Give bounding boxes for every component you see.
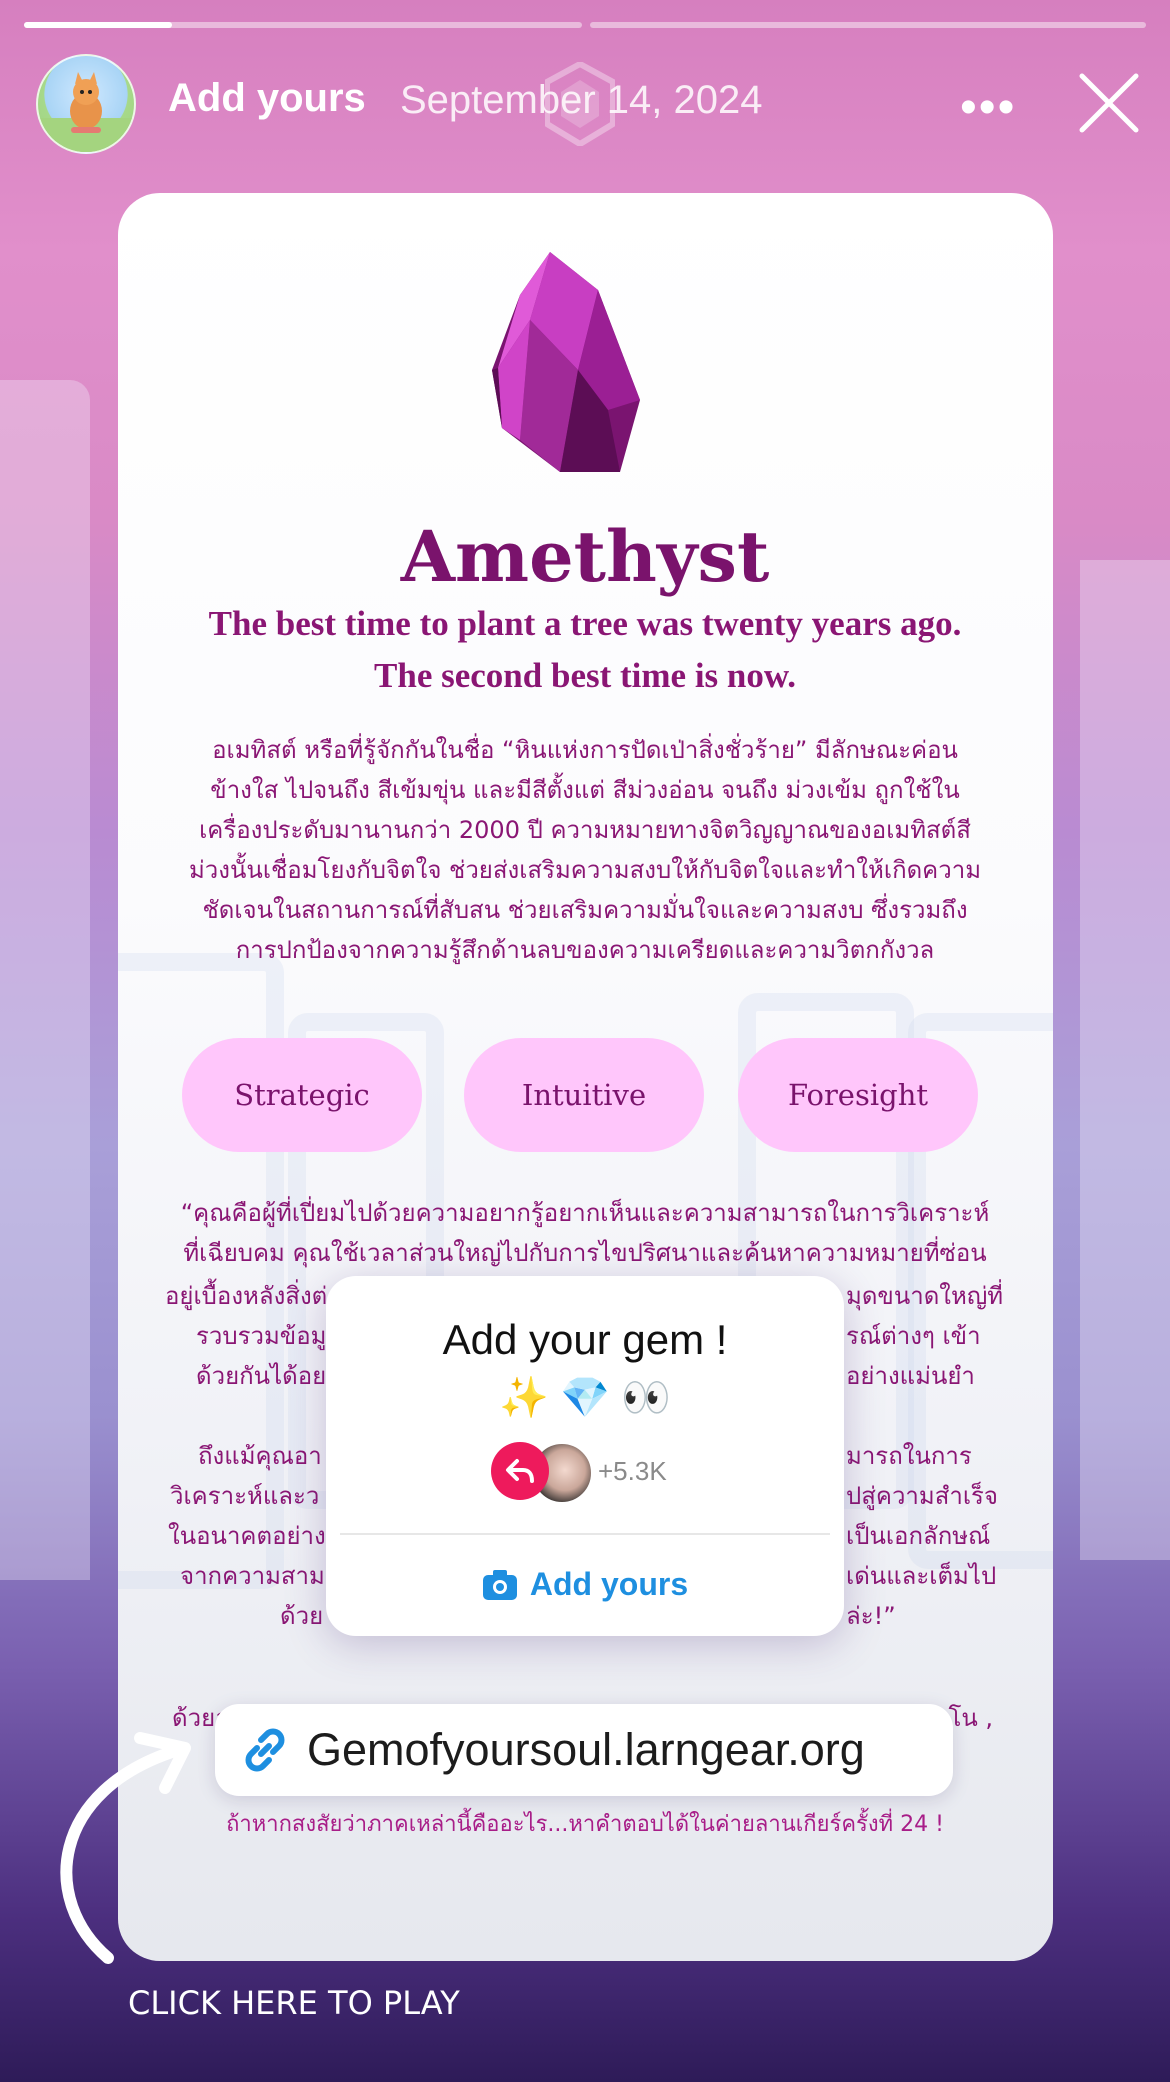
personality-line: “คุณคือผู้ที่เปี่ยมไปด้วยความอยากรู้อยาก…	[180, 1199, 990, 1227]
link-url: Gemofyoursoul.larngear.org	[307, 1724, 865, 1775]
partial-text-right: มุดขนาดใหญ่ที่	[846, 1282, 1004, 1310]
trait-pill-intuitive: Intuitive	[464, 1038, 704, 1152]
curved-arrow-icon	[60, 1732, 191, 1964]
watermark-logo-icon	[545, 62, 615, 146]
partial-text-right: เป็นเอกลักษณ์	[846, 1522, 991, 1550]
partial-text-left: อยู่เบื้องหลังสิ่งต่	[165, 1282, 328, 1310]
partial-text-left: ในอนาคตอย่าง	[168, 1522, 326, 1550]
sticker-emoji: ✨ 💎 👀	[499, 1376, 671, 1420]
description-line: ข้างใส ไปจนถึง สีเข้มขุ่น และมีสีตั้งแต่…	[210, 776, 960, 804]
camera-icon	[482, 1569, 517, 1600]
sticker-prompt: Add your gem !	[442, 1316, 728, 1363]
partial-text-right: มารถในการ	[846, 1442, 972, 1470]
reply-arrow-icon	[491, 1442, 549, 1500]
trait-pill-foresight: Foresight	[738, 1038, 978, 1152]
partial-text-right: อย่างแม่นยำ	[846, 1362, 975, 1390]
add-yours-button[interactable]: Add yours	[326, 1566, 844, 1603]
cat-avatar-icon[interactable]	[36, 54, 136, 154]
quote-line-1: The best time to plant a tree was twenty…	[208, 604, 962, 643]
description-line: อเมทิสต์ หรือที่รู้จักกันในชื่อ “หินแห่ง…	[212, 736, 958, 764]
partial-text-left: วิเคราะห์และว	[170, 1482, 320, 1510]
link-sticker[interactable]: Gemofyoursoul.larngear.org	[215, 1704, 953, 1796]
trait-pill-strategic: Strategic	[182, 1038, 422, 1152]
background-rock-right	[1080, 560, 1170, 1560]
story-progress-2	[590, 22, 1146, 28]
partial-text-right: รณ์ต่างๆ เข้า	[846, 1322, 981, 1350]
partial-text-left: ถึงแม้คุณอา	[198, 1442, 322, 1470]
link-icon	[245, 1728, 285, 1772]
more-options-button[interactable]: •••	[960, 80, 1016, 135]
gem-description: อเมทิสต์ หรือที่รู้จักกันในชื่อ “หินแห่ง…	[160, 730, 1010, 970]
participant-count: +5.3K	[598, 1456, 667, 1486]
sticker-divider	[340, 1533, 830, 1535]
partial-text-left: จากความสาม	[180, 1562, 325, 1590]
personality-text: “คุณคือผู้ที่เปี่ยมไปด้วยความอยากรู้อยาก…	[155, 1193, 1015, 1273]
partial-text-left: ด้วย	[280, 1602, 324, 1630]
amethyst-crystal-icon	[492, 252, 640, 472]
add-yours-label: Add yours	[529, 1566, 689, 1602]
partial-text-right: ปสู่ความสำเร็จ	[846, 1482, 998, 1510]
add-yours-sticker[interactable]: Add your gem ! ✨ 💎 👀 +5.3K Add yours	[326, 1276, 844, 1636]
personality-line: ที่เฉียบคม คุณใช้เวลาส่วนใหญ่ไปกับการไขป…	[183, 1239, 987, 1267]
story-title[interactable]: Add yours	[168, 76, 366, 121]
gem-title: Amethyst	[400, 515, 770, 598]
partial-text-right: เด่นและเต็มไป	[846, 1562, 997, 1590]
quote-line-2: The second best time is now.	[374, 656, 796, 695]
partial-text-left: รวบรวมข้อมูล	[196, 1322, 342, 1350]
description-line: ชัดเจนในสถานการณ์ที่สับสน ช่วยเสริมความม…	[202, 896, 968, 924]
story-progress-1	[24, 22, 582, 28]
close-icon[interactable]	[1078, 72, 1140, 134]
click-here-to-play-label: CLICK HERE TO PLAY	[128, 1984, 460, 2022]
description-line: เครื่องประดับมานานกว่า 2000 ปี ความหมายท…	[199, 816, 971, 844]
description-line: การปกป้องจากความรู้สึกด้านลบของความเครีย…	[235, 936, 935, 964]
partial-text-right: ล่ะ!”	[846, 1602, 896, 1630]
description-line: ม่วงนั้นเชื่อมโยงกับจิตใจ ช่วยส่งเสริมคว…	[188, 856, 982, 884]
partial-text-left: ด้วยกันได้อย	[196, 1362, 327, 1390]
